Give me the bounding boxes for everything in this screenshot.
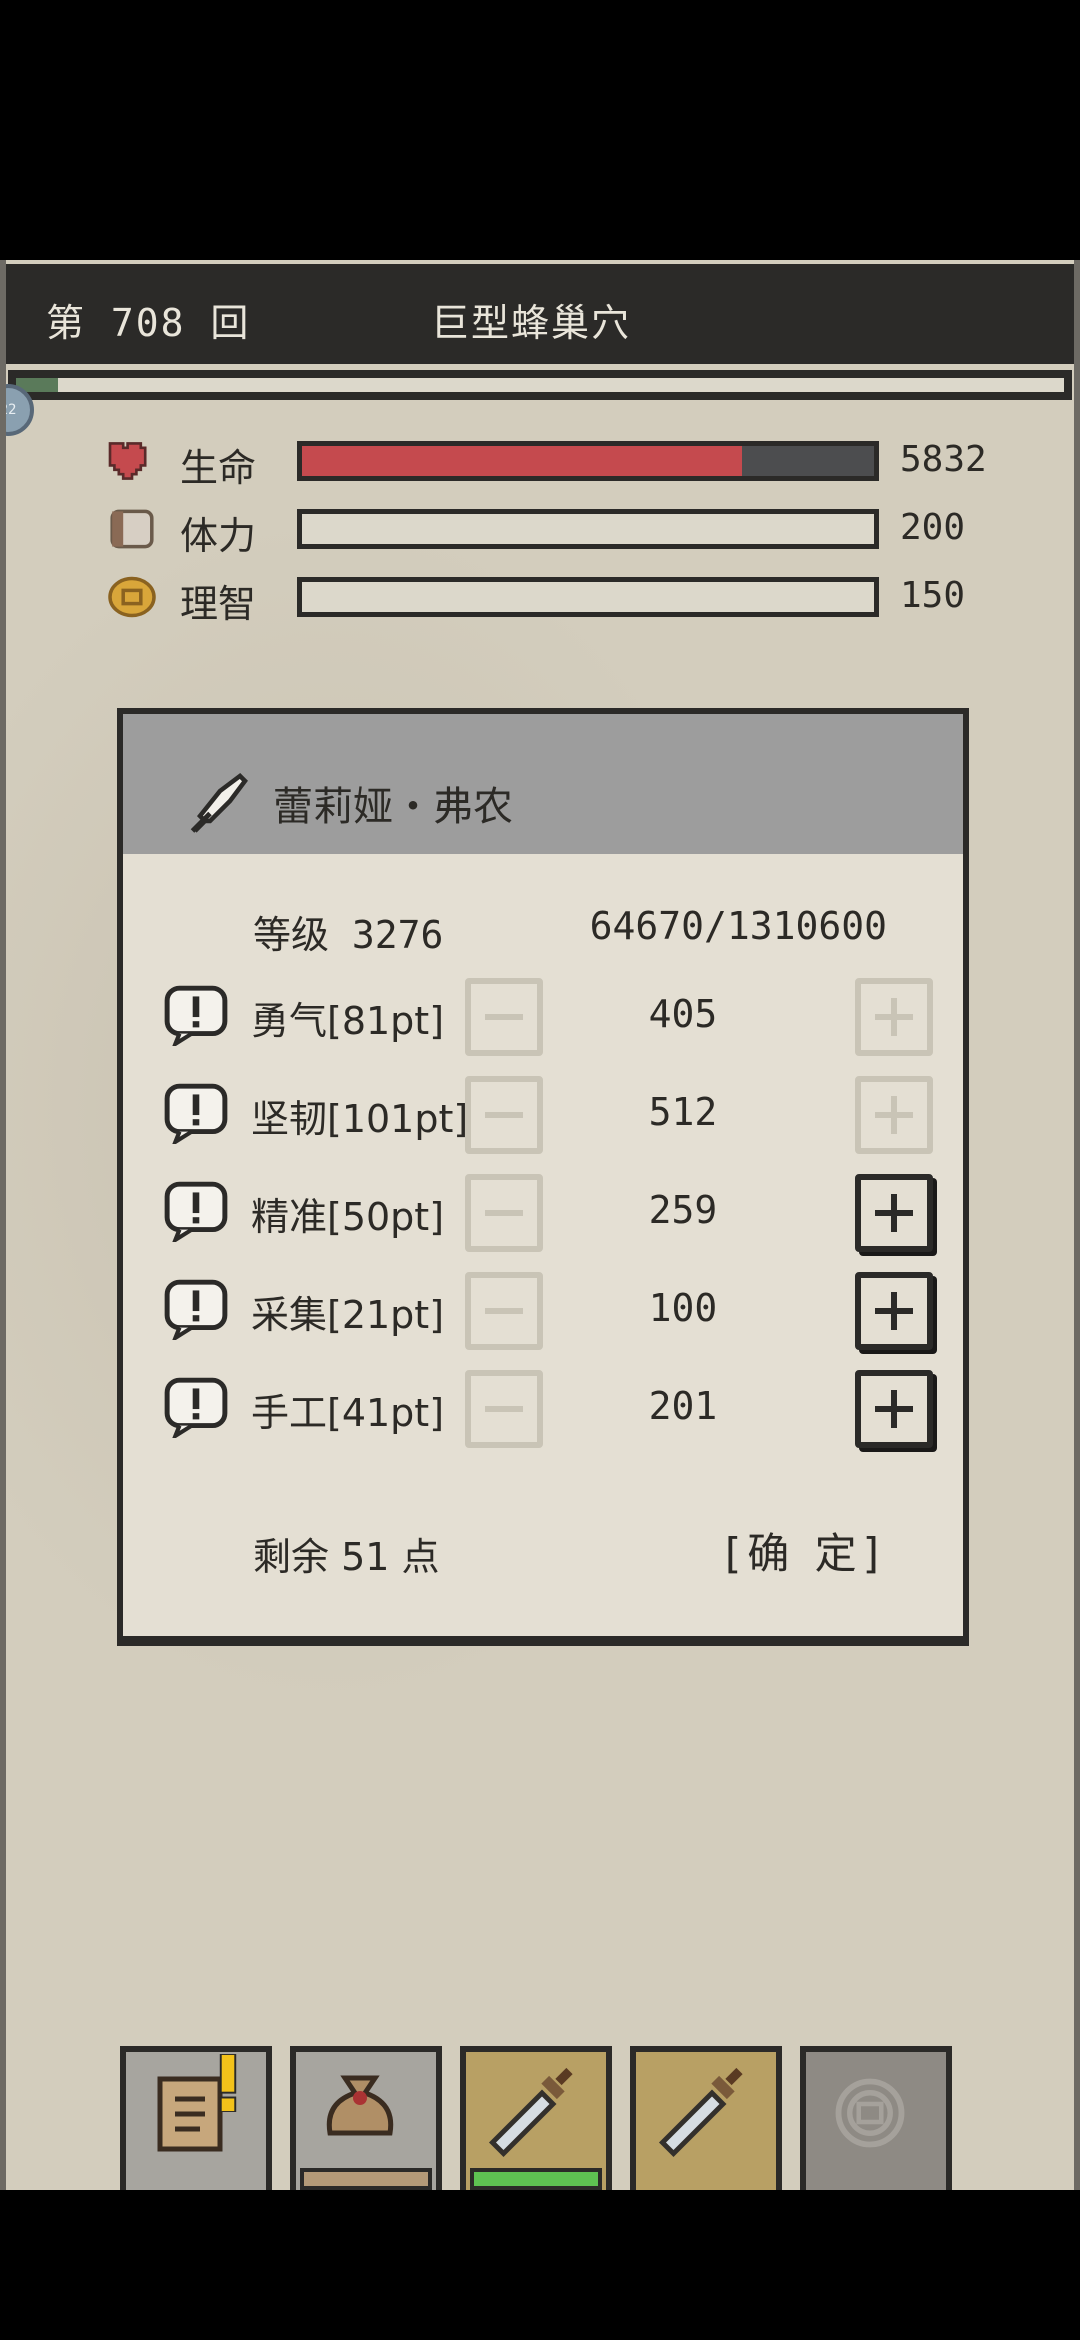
decrease-button[interactable] xyxy=(465,1076,543,1154)
stat-row-stamina: 体力 200 xyxy=(105,503,1025,558)
increase-button[interactable] xyxy=(855,1370,933,1448)
sword-slot-1[interactable] xyxy=(460,2046,612,2190)
feather-icon xyxy=(190,773,248,833)
increase-button[interactable] xyxy=(855,1272,933,1350)
heart-icon xyxy=(108,442,147,480)
attribute-value: 405 xyxy=(648,992,718,1036)
increase-button[interactable] xyxy=(855,1174,933,1252)
sanity-bar-fill xyxy=(302,582,874,612)
info-bubble-icon[interactable] xyxy=(163,1082,229,1144)
stat-value: 150 xyxy=(900,575,966,616)
level-value: 3276 xyxy=(351,913,444,957)
stat-row-hp: 生命 5832 xyxy=(105,435,1025,490)
increase-button[interactable] xyxy=(855,978,933,1056)
info-bubble-icon[interactable] xyxy=(163,1376,229,1438)
panel-header: 蕾莉娅・弗农 xyxy=(123,714,963,854)
attribute-value: 512 xyxy=(648,1090,718,1134)
loot-bag-slot[interactable] xyxy=(290,2046,442,2190)
sword-slot-2[interactable] xyxy=(630,2046,782,2190)
dungeon-progress-bar xyxy=(8,370,1072,400)
character-name: 蕾莉娅・弗农 xyxy=(273,784,513,830)
attribute-row: 勇气[81pt] 405 xyxy=(163,976,933,1056)
attribute-value: 201 xyxy=(648,1384,718,1428)
fist-icon xyxy=(110,509,154,549)
round-counter: 第 708 回 xyxy=(46,301,251,345)
stat-row-sanity: 理智 150 xyxy=(105,571,1025,626)
decrease-button[interactable] xyxy=(465,978,543,1056)
hp-bar-fill xyxy=(302,446,743,476)
quest-scroll-slot[interactable] xyxy=(120,2046,272,2190)
decrease-button[interactable] xyxy=(465,1370,543,1448)
attribute-label: 精准[50pt] xyxy=(251,1195,445,1239)
confirm-button[interactable]: [确 定] xyxy=(725,1520,885,1581)
increase-button[interactable] xyxy=(855,1076,933,1154)
coin-icon xyxy=(108,576,156,618)
top-bar: 第 708 回 巨型蜂巢穴 xyxy=(6,264,1074,364)
decrease-button[interactable] xyxy=(465,1174,543,1252)
alert-icon xyxy=(219,2054,237,2112)
attribute-value: 100 xyxy=(648,1286,718,1330)
attribute-row: 手工[41pt] 201 xyxy=(163,1368,933,1448)
info-bubble-icon[interactable] xyxy=(163,1180,229,1242)
level-label: 等级 xyxy=(253,913,330,957)
info-bubble-icon[interactable] xyxy=(163,984,229,1046)
attribute-label: 采集[21pt] xyxy=(251,1293,445,1337)
location-name: 巨型蜂巢穴 xyxy=(431,301,632,345)
attribute-label: 手工[41pt] xyxy=(251,1391,445,1435)
info-bubble-icon[interactable] xyxy=(163,1278,229,1340)
attribute-label: 坚韧[101pt] xyxy=(251,1097,469,1141)
attribute-row: 精准[50pt] 259 xyxy=(163,1172,933,1252)
attribute-label: 勇气[81pt] xyxy=(251,999,445,1043)
stat-value: 5832 xyxy=(900,439,987,480)
experience-value: 64670/1310600 xyxy=(589,904,887,948)
attribute-value: 259 xyxy=(648,1188,718,1232)
attribute-row: 采集[21pt] 100 xyxy=(163,1270,933,1350)
game-screen: 第 708 回 巨型蜂巢穴 22 生命 5832 体力 200 理智 150 蕾… xyxy=(0,260,1080,2190)
stat-value: 200 xyxy=(900,507,966,548)
level-display: 等级 3276 xyxy=(253,904,443,959)
stat-label: 理智 xyxy=(180,582,257,626)
stat-label: 生命 xyxy=(180,446,257,490)
remaining-points: 剩余 51 点 xyxy=(253,1535,440,1579)
locked-slot[interactable] xyxy=(800,2046,952,2190)
stamina-bar-fill xyxy=(302,514,874,544)
decrease-button[interactable] xyxy=(465,1272,543,1350)
attribute-row: 坚韧[101pt] 512 xyxy=(163,1074,933,1154)
character-attribute-panel: 蕾莉娅・弗农 等级 3276 64670/1310600 勇气[81pt] 405… xyxy=(117,708,969,1646)
stat-label: 体力 xyxy=(180,514,257,558)
slot-status-bar xyxy=(470,2168,602,2190)
slot-status-bar xyxy=(300,2168,432,2190)
